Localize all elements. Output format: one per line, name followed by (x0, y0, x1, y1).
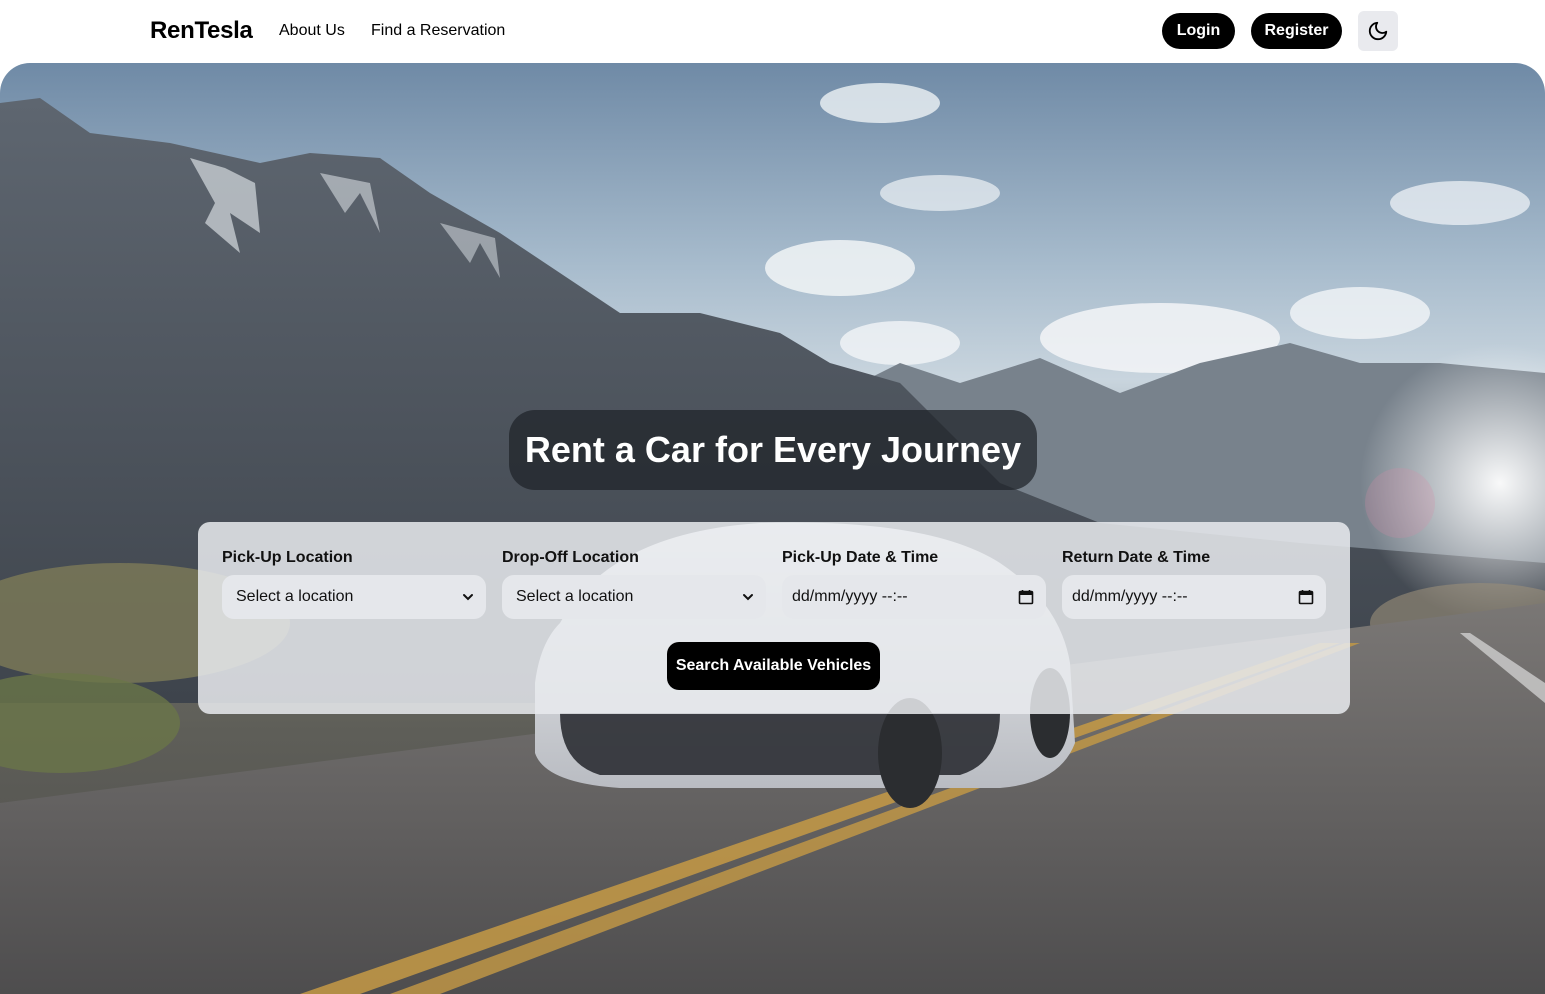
pickup-datetime-value: dd/mm/yyyy --:-- (792, 588, 908, 605)
pickup-datetime-input[interactable]: dd/mm/yyyy --:-- (782, 575, 1046, 619)
register-button[interactable]: Register (1251, 13, 1342, 49)
pickup-location-label: Pick-Up Location (222, 549, 353, 566)
login-button[interactable]: Login (1162, 13, 1235, 49)
return-datetime-value: dd/mm/yyyy --:-- (1072, 588, 1188, 605)
dropoff-location-label: Drop-Off Location (502, 549, 639, 566)
headline-box: Rent a Car for Every Journey (509, 410, 1037, 490)
pickup-datetime-label: Pick-Up Date & Time (782, 549, 939, 566)
calendar-icon[interactable] (1018, 589, 1034, 605)
nav-about-us[interactable]: About Us (279, 22, 345, 40)
dropoff-location-field: Drop-Off Location Select a location (502, 549, 766, 619)
dropoff-location-select[interactable]: Select a location (502, 575, 766, 619)
return-datetime-label: Return Date & Time (1062, 549, 1211, 566)
moon-icon (1368, 21, 1388, 41)
site-header: RenTesla About Us Find a Reservation Log… (0, 0, 1545, 63)
hero-headline: Rent a Car for Every Journey (524, 429, 1022, 470)
hero-section: Rent a Car for Every Journey Pick-Up Loc… (0, 63, 1545, 994)
pickup-location-value: Select a location (236, 588, 354, 605)
search-panel: Pick-Up Location Select a location Drop-… (198, 522, 1350, 714)
pickup-location-select[interactable]: Select a location (222, 575, 486, 619)
return-datetime-field: Return Date & Time dd/mm/yyyy --:-- (1062, 549, 1326, 619)
brand-logo[interactable]: RenTesla (150, 17, 253, 45)
chevron-down-icon (463, 594, 473, 601)
pickup-location-field: Pick-Up Location Select a location (222, 549, 486, 619)
theme-toggle-button[interactable] (1358, 11, 1398, 51)
chevron-down-icon (743, 594, 753, 601)
calendar-icon[interactable] (1298, 589, 1314, 605)
search-vehicles-button[interactable]: Search Available Vehicles (667, 642, 880, 690)
nav-find-reservation[interactable]: Find a Reservation (371, 22, 505, 40)
return-datetime-input[interactable]: dd/mm/yyyy --:-- (1062, 575, 1326, 619)
dropoff-location-value: Select a location (516, 588, 634, 605)
pickup-datetime-field: Pick-Up Date & Time dd/mm/yyyy --:-- (782, 549, 1046, 619)
